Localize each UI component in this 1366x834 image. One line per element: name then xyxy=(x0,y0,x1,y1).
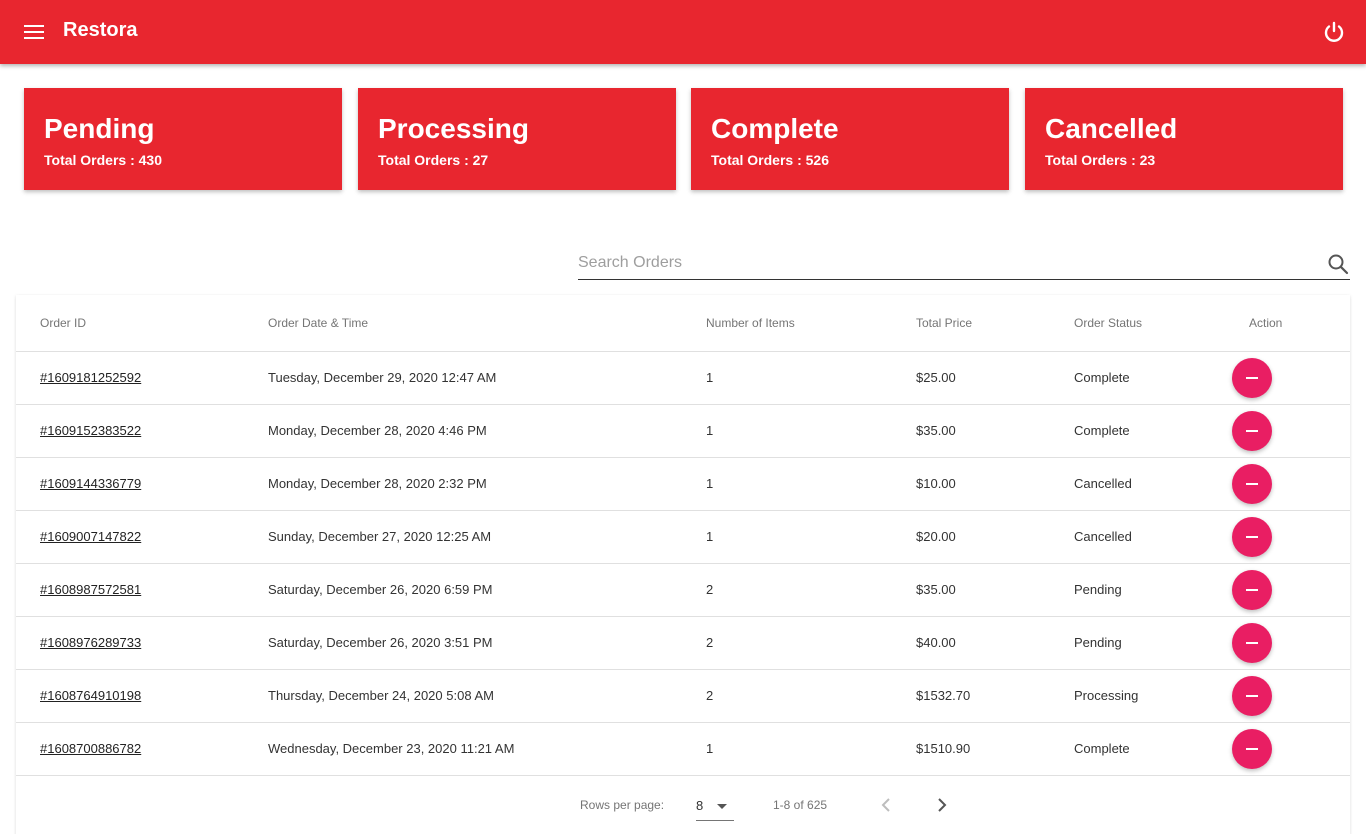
rows-per-page-label: Rows per page: xyxy=(580,798,665,812)
order-items: 2 xyxy=(706,582,714,597)
order-status: Cancelled xyxy=(1074,476,1132,491)
order-price: $1532.70 xyxy=(916,688,971,703)
order-id-link[interactable]: #1608764910198 xyxy=(40,688,141,703)
page-range: 1-8 of 625 xyxy=(773,798,828,812)
search-input[interactable] xyxy=(578,248,1318,278)
card-total-orders: Total Orders : 27 xyxy=(378,152,489,168)
order-status: Cancelled xyxy=(1074,529,1132,544)
remove-order-button[interactable] xyxy=(1232,676,1272,716)
order-id-link[interactable]: #1609181252592 xyxy=(40,370,141,385)
card-pending: Pending Total Orders : 430 xyxy=(24,88,342,190)
order-items: 1 xyxy=(706,423,714,438)
column-header-date[interactable]: Order Date & Time xyxy=(268,316,368,330)
search-icon[interactable] xyxy=(1326,252,1350,276)
order-items: 2 xyxy=(706,688,714,703)
minus-icon xyxy=(1246,430,1258,432)
order-datetime: Saturday, December 26, 2020 6:59 PM xyxy=(268,582,493,597)
card-title: Complete xyxy=(711,113,839,144)
order-datetime: Wednesday, December 23, 2020 11:21 AM xyxy=(268,741,515,756)
table-row: #1609144336779 Monday, December 28, 2020… xyxy=(16,458,1350,511)
remove-order-button[interactable] xyxy=(1232,570,1272,610)
order-items: 1 xyxy=(706,741,714,756)
remove-order-button[interactable] xyxy=(1232,729,1272,769)
order-id-link[interactable]: #1608987572581 xyxy=(40,582,141,597)
minus-icon xyxy=(1246,377,1258,379)
remove-order-button[interactable] xyxy=(1232,411,1272,451)
column-header-items[interactable]: Number of Items xyxy=(706,316,795,330)
order-status: Pending xyxy=(1074,582,1122,597)
table-row: #1608976289733 Saturday, December 26, 20… xyxy=(16,617,1350,670)
order-status: Complete xyxy=(1074,423,1130,438)
order-status: Processing xyxy=(1074,688,1139,703)
remove-order-button[interactable] xyxy=(1232,517,1272,557)
pagination: Rows per page: 8 1-8 of 625 xyxy=(16,775,1350,834)
order-items: 2 xyxy=(706,635,714,650)
remove-order-button[interactable] xyxy=(1232,623,1272,663)
order-datetime: Thursday, December 24, 2020 5:08 AM xyxy=(268,688,494,703)
chevron-right-icon[interactable] xyxy=(930,793,954,817)
order-id-link[interactable]: #1609007147822 xyxy=(40,529,141,544)
table-row: #1609181252592 Tuesday, December 29, 202… xyxy=(16,352,1350,405)
table-row: #1609152383522 Monday, December 28, 2020… xyxy=(16,405,1350,458)
order-id-link[interactable]: #1609144336779 xyxy=(40,476,141,491)
order-price: $10.00 xyxy=(916,476,956,491)
order-price: $35.00 xyxy=(916,582,956,597)
order-price: $40.00 xyxy=(916,635,956,650)
order-status: Complete xyxy=(1074,741,1130,756)
menu-icon[interactable] xyxy=(20,18,48,46)
order-id-link[interactable]: #1608700886782 xyxy=(40,741,141,756)
orders-table: Order ID Order Date & Time Number of Ite… xyxy=(16,295,1350,834)
order-id-link[interactable]: #1608976289733 xyxy=(40,635,141,650)
table-header: Order ID Order Date & Time Number of Ite… xyxy=(16,295,1350,352)
minus-icon xyxy=(1246,483,1258,485)
column-header-action: Action xyxy=(1249,316,1283,330)
remove-order-button[interactable] xyxy=(1232,464,1272,504)
caret-down-icon xyxy=(717,804,727,809)
chevron-left-icon[interactable] xyxy=(874,793,898,817)
column-header-status[interactable]: Order Status xyxy=(1074,316,1142,330)
order-status: Complete xyxy=(1074,370,1130,385)
order-datetime: Tuesday, December 29, 2020 12:47 AM xyxy=(268,370,497,385)
order-id-link[interactable]: #1609152383522 xyxy=(40,423,141,438)
order-price: $1510.90 xyxy=(916,741,971,756)
order-datetime: Monday, December 28, 2020 2:32 PM xyxy=(268,476,487,491)
order-items: 1 xyxy=(706,370,714,385)
card-title: Pending xyxy=(44,113,155,144)
order-items: 1 xyxy=(706,529,714,544)
order-items: 1 xyxy=(706,476,714,491)
table-row: #1609007147822 Sunday, December 27, 2020… xyxy=(16,511,1350,564)
column-header-price[interactable]: Total Price xyxy=(916,316,972,330)
card-title: Cancelled xyxy=(1045,113,1178,144)
power-icon[interactable] xyxy=(1318,16,1350,48)
card-title: Processing xyxy=(378,113,529,144)
app-title: Restora xyxy=(63,19,138,41)
order-status: Pending xyxy=(1074,635,1122,650)
minus-icon xyxy=(1246,589,1258,591)
card-total-orders: Total Orders : 526 xyxy=(711,152,830,168)
table-row: #1608987572581 Saturday, December 26, 20… xyxy=(16,564,1350,617)
card-total-orders: Total Orders : 23 xyxy=(1045,152,1156,168)
rows-per-page-select[interactable]: 8 xyxy=(696,791,734,821)
rows-per-page-value: 8 xyxy=(696,798,704,813)
order-datetime: Saturday, December 26, 2020 3:51 PM xyxy=(268,635,493,650)
search-bar xyxy=(578,248,1350,280)
card-cancelled: Cancelled Total Orders : 23 xyxy=(1025,88,1343,190)
order-price: $35.00 xyxy=(916,423,956,438)
app-bar: Restora xyxy=(0,0,1366,64)
card-complete: Complete Total Orders : 526 xyxy=(691,88,1009,190)
table-row: #1608700886782 Wednesday, December 23, 2… xyxy=(16,723,1350,776)
order-price: $25.00 xyxy=(916,370,956,385)
card-total-orders: Total Orders : 430 xyxy=(44,152,163,168)
column-header-order-id[interactable]: Order ID xyxy=(40,316,86,330)
order-datetime: Sunday, December 27, 2020 12:25 AM xyxy=(268,529,492,544)
order-price: $20.00 xyxy=(916,529,956,544)
table-row: #1608764910198 Thursday, December 24, 20… xyxy=(16,670,1350,723)
minus-icon xyxy=(1246,748,1258,750)
card-processing: Processing Total Orders : 27 xyxy=(358,88,676,190)
remove-order-button[interactable] xyxy=(1232,358,1272,398)
minus-icon xyxy=(1246,642,1258,644)
order-datetime: Monday, December 28, 2020 4:46 PM xyxy=(268,423,487,438)
minus-icon xyxy=(1246,695,1258,697)
minus-icon xyxy=(1246,536,1258,538)
